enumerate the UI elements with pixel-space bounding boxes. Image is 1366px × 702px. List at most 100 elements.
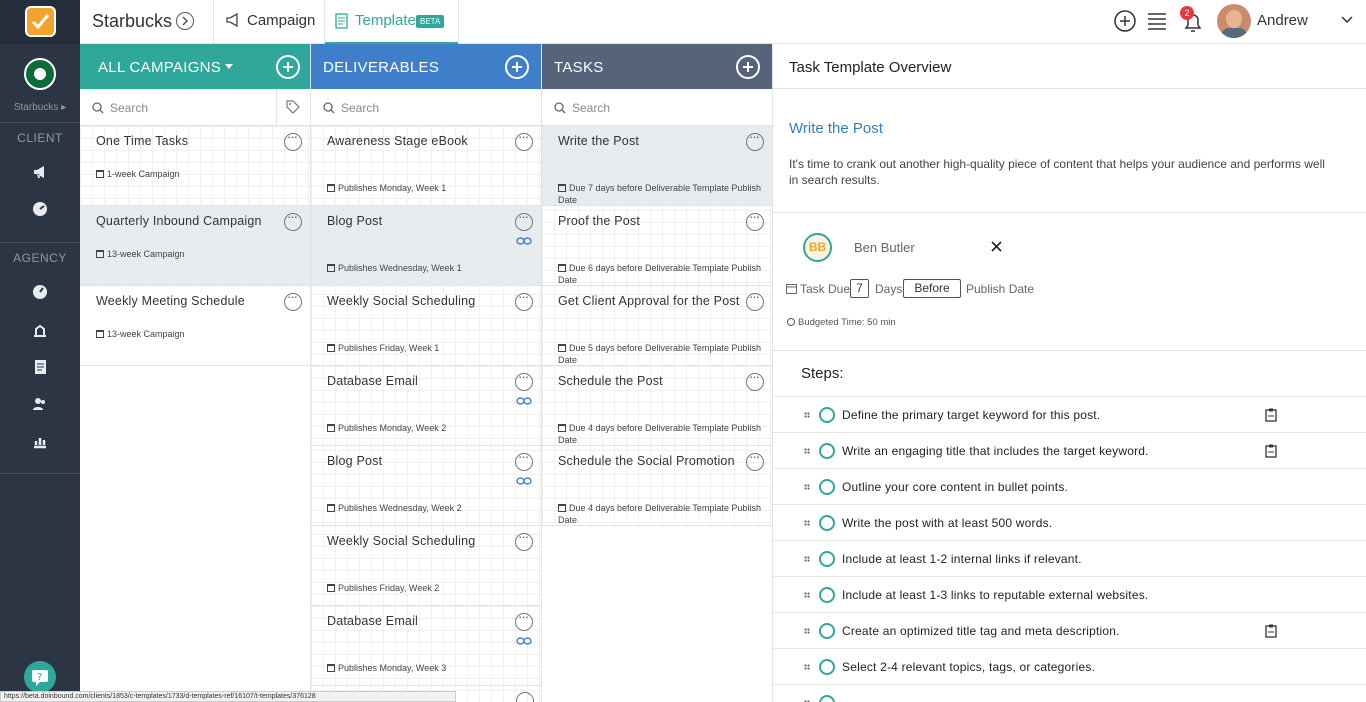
link-icon[interactable]: [516, 237, 532, 245]
add-deliverable-button[interactable]: [505, 55, 529, 79]
client-brand-title[interactable]: Starbucks: [92, 11, 172, 32]
drag-handle-icon[interactable]: [804, 592, 810, 598]
help-chat-button[interactable]: ?: [24, 661, 56, 693]
more-options-icon[interactable]: [515, 129, 533, 151]
more-options-icon[interactable]: [515, 449, 533, 471]
step-checkbox[interactable]: [819, 587, 835, 603]
step-checkbox[interactable]: [819, 407, 835, 423]
step-checkbox[interactable]: [819, 623, 835, 639]
more-options-icon[interactable]: [515, 369, 533, 391]
step-checkbox[interactable]: [819, 695, 835, 702]
more-options-icon[interactable]: [516, 692, 534, 702]
step-item[interactable]: Write an engaging title that includes th…: [773, 432, 1366, 468]
campaign-card-selected[interactable]: Quarterly Inbound Campaign 13-week Campa…: [80, 206, 310, 286]
campaign-card[interactable]: Weekly Meeting Schedule 13-week Campaign: [80, 286, 310, 366]
dashboard-icon[interactable]: [31, 200, 49, 218]
link-icon[interactable]: [516, 477, 532, 485]
more-options-icon[interactable]: [515, 289, 533, 311]
step-checkbox[interactable]: [819, 551, 835, 567]
step-item[interactable]: [773, 684, 1366, 702]
task-card[interactable]: Get Client Approval for the Post Due 5 d…: [542, 286, 772, 366]
task-card[interactable]: Schedule the Social Promotion Due 4 days…: [542, 446, 772, 526]
deliverable-card[interactable]: Weekly Social Scheduling Publishes Frida…: [311, 526, 541, 606]
step-item[interactable]: Outline your core content in bullet poin…: [773, 468, 1366, 504]
more-options-icon[interactable]: [515, 609, 533, 631]
add-circle-icon[interactable]: [1113, 9, 1137, 33]
drag-handle-icon[interactable]: [804, 628, 810, 634]
relation-select[interactable]: Before: [903, 279, 961, 298]
step-checkbox[interactable]: [819, 443, 835, 459]
deliverable-card[interactable]: Database Email Publishes Monday, Week 3: [311, 606, 541, 686]
link-icon[interactable]: [516, 637, 532, 645]
clipboard-icon[interactable]: [1265, 444, 1277, 458]
tag-icon[interactable]: [286, 100, 300, 114]
more-options-icon[interactable]: [515, 209, 533, 231]
tasks-search-input[interactable]: [572, 98, 722, 118]
step-item[interactable]: Define the primary target keyword for th…: [773, 396, 1366, 432]
user-avatar[interactable]: [1217, 4, 1251, 38]
more-options-icon[interactable]: [746, 129, 764, 151]
campaign-card[interactable]: One Time Tasks 1-week Campaign: [80, 126, 310, 206]
task-description[interactable]: It's time to crank out another high-qual…: [789, 156, 1329, 188]
step-item[interactable]: Write the post with at least 500 words.: [773, 504, 1366, 540]
task-card[interactable]: Schedule the Post Due 4 days before Deli…: [542, 366, 772, 446]
drag-handle-icon[interactable]: [804, 664, 810, 670]
gauge-icon[interactable]: [31, 283, 49, 301]
chevron-down-icon[interactable]: [1340, 15, 1354, 25]
more-options-icon[interactable]: [746, 209, 764, 231]
user-name[interactable]: Andrew: [1257, 12, 1308, 29]
more-options-icon[interactable]: [284, 289, 302, 311]
add-campaign-button[interactable]: [276, 55, 300, 79]
close-icon[interactable]: [991, 241, 1002, 252]
more-options-icon[interactable]: [746, 289, 764, 311]
due-days-input[interactable]: 7: [850, 279, 869, 298]
task-card-selected[interactable]: Write the Post Due 7 days before Deliver…: [542, 126, 772, 206]
deliverables-search-input[interactable]: [341, 98, 491, 118]
deliverable-card[interactable]: Weekly Social Scheduling Publishes Frida…: [311, 286, 541, 366]
drag-handle-icon[interactable]: [804, 484, 810, 490]
chevron-right-icon[interactable]: [176, 12, 194, 30]
tab-template[interactable]: Template BETA: [325, 0, 458, 44]
clipboard-icon[interactable]: [1265, 624, 1277, 638]
chevron-down-icon[interactable]: [224, 63, 234, 71]
step-checkbox[interactable]: [819, 515, 835, 531]
drag-handle-icon[interactable]: [804, 448, 810, 454]
drag-handle-icon[interactable]: [804, 556, 810, 562]
campaigns-search-input[interactable]: [110, 98, 260, 118]
campaigns-title[interactable]: ALL CAMPAIGNS: [98, 59, 221, 76]
step-item[interactable]: Create an optimized title tag and meta d…: [773, 612, 1366, 648]
client-logo[interactable]: [24, 58, 56, 90]
drag-handle-icon[interactable]: [804, 520, 810, 526]
step-checkbox[interactable]: [819, 659, 835, 675]
deliverable-card[interactable]: Awareness Stage eBook Publishes Monday, …: [311, 126, 541, 206]
more-options-icon[interactable]: [515, 529, 533, 551]
more-options-icon[interactable]: [284, 209, 302, 231]
budgeted-time[interactable]: Budgeted Time: 50 min: [787, 317, 896, 328]
add-task-button[interactable]: [736, 55, 760, 79]
app-logo[interactable]: [0, 0, 80, 44]
deliverable-card-selected[interactable]: Blog Post Publishes Wednesday, Week 1: [311, 206, 541, 286]
step-item[interactable]: Include at least 1-2 internal links if r…: [773, 540, 1366, 576]
users-icon[interactable]: [31, 395, 49, 413]
building-icon[interactable]: [31, 321, 49, 339]
task-card[interactable]: Proof the Post Due 6 days before Deliver…: [542, 206, 772, 286]
clipboard-icon[interactable]: [1265, 408, 1277, 422]
step-item[interactable]: Select 2-4 relevant topics, tags, or cat…: [773, 648, 1366, 684]
task-title-field[interactable]: Write the Post: [789, 120, 883, 137]
document-icon[interactable]: [31, 358, 49, 376]
client-name[interactable]: Starbucks ▸: [0, 102, 80, 113]
deliverable-card[interactable]: Blog Post Publishes Wednesday, Week 2: [311, 446, 541, 526]
menu-list-icon[interactable]: [1145, 9, 1169, 33]
assignee-name[interactable]: Ben Butler: [854, 240, 915, 255]
drag-handle-icon[interactable]: [804, 412, 810, 418]
assignee-avatar[interactable]: BB: [803, 233, 832, 262]
more-options-icon[interactable]: [746, 369, 764, 391]
deliverable-card[interactable]: Database Email Publishes Monday, Week 2: [311, 366, 541, 446]
link-icon[interactable]: [516, 397, 532, 405]
reports-icon[interactable]: [31, 432, 49, 450]
more-options-icon[interactable]: [746, 449, 764, 471]
step-item[interactable]: Include at least 1-3 links to reputable …: [773, 576, 1366, 612]
step-checkbox[interactable]: [819, 479, 835, 495]
megaphone-icon[interactable]: [31, 163, 49, 181]
more-options-icon[interactable]: [284, 129, 302, 151]
